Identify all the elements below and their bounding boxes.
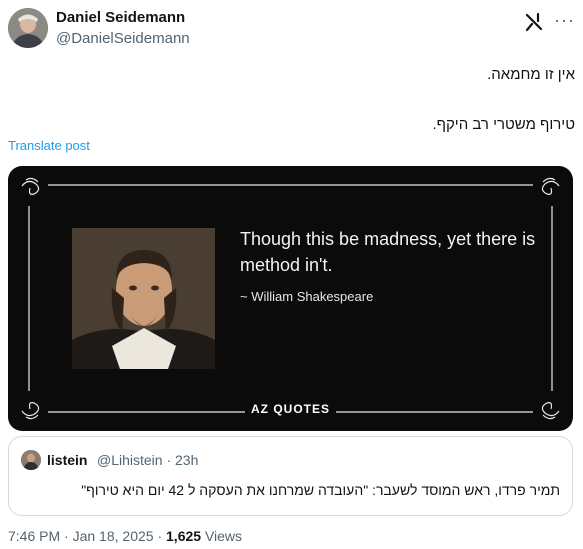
quoted-author-handle[interactable]: @Lihistein · 23h [97,452,198,468]
quoted-author-name[interactable]: listein [47,452,87,468]
views-label: Views [204,528,243,544]
views-count: 1,625 [166,528,202,544]
author-avatar[interactable] [8,8,48,48]
quoted-post[interactable]: listein @Lihistein · 23h תמיר פרדו, ראש … [8,436,573,516]
author-handle[interactable]: @DanielSeidemann [56,30,190,47]
meta-separator: · [157,528,167,544]
shakespeare-portrait [72,228,215,369]
brand-logo: AZ QUOTES [8,402,573,416]
post-text-line-2: טירוף משטרי רב היקף. [432,116,575,133]
post-time[interactable]: 7:46 PM [8,528,60,544]
quote-text: Though this be madness, yet there is met… [240,229,536,275]
more-options-icon[interactable]: ··· [554,10,575,31]
post-meta: 7:46 PM · Jan 18, 2025 · 1,625 Views [8,528,242,544]
quoted-post-text: תמיר פרדו, ראש המוסד לשעבר: "העובדה שמרח… [81,482,560,498]
brand-text: AZ QUOTES [244,402,336,416]
quote-image[interactable]: Though this be madness, yet there is met… [8,166,573,431]
post-header: Daniel Seidemann @DanielSeidemann ··· [8,8,575,52]
translate-post-link[interactable]: Translate post [8,138,90,153]
post-text-line-1: אין זו מחמאה. [487,66,575,83]
meta-separator: · [64,528,73,544]
post-date[interactable]: Jan 18, 2025 [73,528,154,544]
grok-icon[interactable] [523,11,545,33]
quoted-author-avatar[interactable] [21,450,41,470]
quote-attribution: ~ William Shakespeare [240,289,374,304]
author-name[interactable]: Daniel Seidemann [56,9,185,26]
